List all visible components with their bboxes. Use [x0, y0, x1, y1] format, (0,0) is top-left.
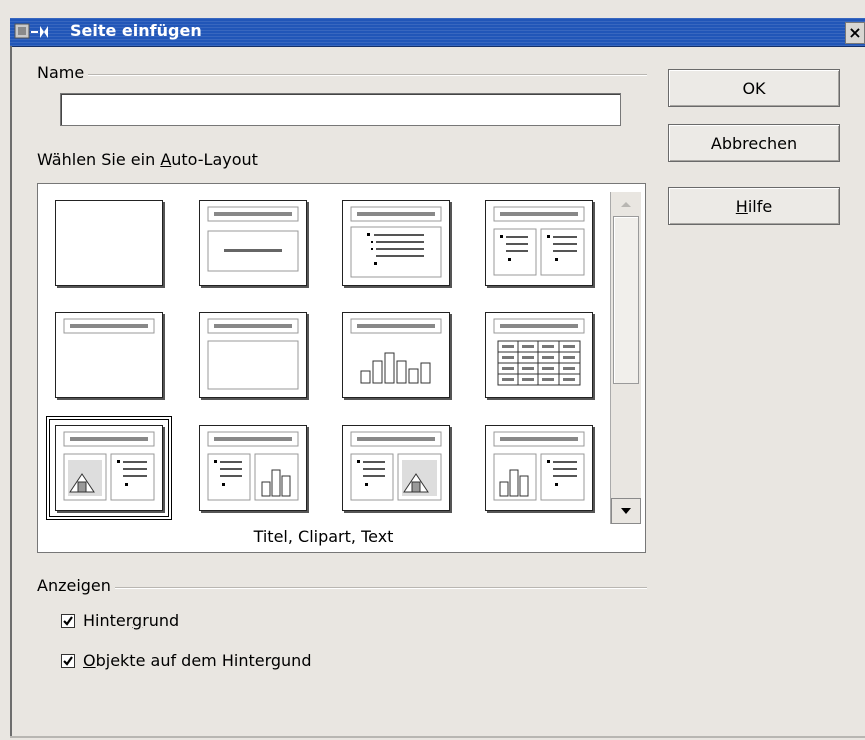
help-button[interactable]: Hilfe: [668, 187, 840, 225]
selected-layout-caption: Titel, Clipart, Text: [253, 527, 394, 546]
layout-title-text-clipart[interactable]: [342, 425, 450, 511]
cancel-button-label: Abbrechen: [710, 133, 798, 153]
window-frame-bottom: [10, 736, 865, 738]
title-slide-icon: [207, 206, 299, 272]
layout-title-chart[interactable]: [342, 312, 450, 398]
layout-blank[interactable]: [55, 200, 163, 286]
scroll-thumb[interactable]: [613, 216, 639, 384]
background-checkbox[interactable]: [61, 614, 75, 628]
layout-title-two-text[interactable]: [485, 200, 593, 286]
close-icon: ×: [848, 23, 862, 42]
layout-group-label: Wählen Sie ein Auto-Layout: [37, 150, 258, 169]
window-frame-left: [10, 46, 12, 736]
cancel-button[interactable]: Abbrechen: [668, 124, 840, 162]
objects-on-background-checkbox[interactable]: [61, 654, 75, 668]
display-group-line: [38, 587, 647, 589]
arrow-up-icon: [621, 202, 631, 207]
scroll-up-button[interactable]: [611, 192, 641, 216]
name-group-line: [38, 74, 647, 76]
checkmark-icon: [63, 616, 73, 626]
scroll-down-button[interactable]: [611, 498, 641, 524]
background-checkbox-label[interactable]: Hintergrund: [83, 611, 179, 630]
title-chart-text-icon: [493, 431, 585, 501]
help-button-label: Hilfe: [735, 196, 773, 216]
title-text-chart-icon: [207, 431, 299, 501]
layout-title-text-chart[interactable]: [199, 425, 307, 511]
title-text-clipart-icon: [350, 431, 442, 501]
layout-title-clipart-text[interactable]: [46, 416, 172, 520]
title-chart-icon: [350, 318, 442, 384]
name-input[interactable]: [60, 93, 621, 126]
ok-button[interactable]: OK: [668, 69, 840, 107]
close-button[interactable]: ×: [845, 22, 865, 44]
title-content-icon: [207, 318, 299, 390]
display-group-label: Anzeigen: [37, 576, 115, 595]
layout-title-chart-text[interactable]: [485, 425, 593, 511]
title-bar[interactable]: Seite einfügen ×: [10, 18, 865, 47]
layout-title-slide[interactable]: [199, 200, 307, 286]
layout-title-table[interactable]: [485, 312, 593, 398]
title-table-icon: [493, 318, 585, 386]
title-two-text-icon: [493, 206, 585, 276]
objects-on-background-checkbox-label[interactable]: Objekte auf dem Hintergund: [83, 651, 311, 670]
layout-scrollbar[interactable]: [610, 192, 641, 524]
app-icon: [14, 22, 54, 42]
ok-button-label: OK: [742, 78, 766, 98]
title-only-icon: [63, 318, 155, 334]
layout-title-text[interactable]: [342, 200, 450, 286]
checkmark-icon: [63, 656, 73, 666]
window-title: Seite einfügen: [70, 21, 202, 40]
title-clipart-text-icon: [63, 431, 155, 501]
layout-title-only[interactable]: [55, 312, 163, 398]
name-group-label: Name: [37, 63, 89, 82]
title-text-icon: [350, 206, 442, 278]
arrow-down-icon: [621, 508, 631, 514]
layout-title-content[interactable]: [199, 312, 307, 398]
